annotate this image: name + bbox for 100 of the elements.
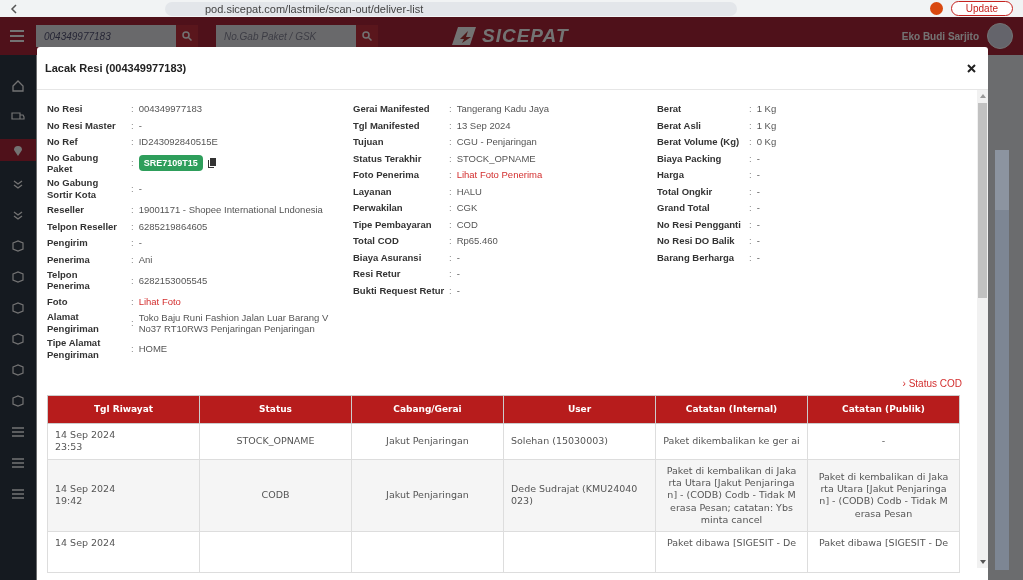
home-icon[interactable]: [12, 79, 24, 92]
separator: :: [749, 235, 752, 247]
separator: :: [449, 136, 452, 148]
separator: :: [749, 103, 752, 115]
search-button[interactable]: [356, 25, 378, 47]
field-value: CGK: [456, 202, 478, 214]
field-label: Tgl Manifested: [353, 119, 421, 131]
field-label: Barang Berharga: [657, 251, 736, 263]
search-icon: [182, 31, 192, 41]
table-cell: Paket di kembalikan di Jaka rta Utara [Jakut Penjaringa n] - (CODB) Codb - Tidak M erasa Pesan; catatan: Ybs minta cancel: [666, 464, 797, 525]
field-value: -: [138, 119, 142, 131]
table-cell: Paket di kembalikan di Jaka rta Utara [Jakut Penjaringa n] - (CODB) Codb - Tidak M erasa Pesan: [818, 470, 949, 519]
box-icon[interactable]: [12, 332, 24, 345]
field-label: Foto: [47, 295, 69, 308]
search-icon: [362, 31, 372, 41]
table-cell: Paket dikembalikan ke ger ai: [663, 435, 800, 447]
field-value: 1 Kg: [756, 119, 777, 131]
avatar[interactable]: [987, 23, 1013, 49]
box-icon[interactable]: [12, 394, 24, 407]
menu-icon[interactable]: [10, 30, 24, 42]
field-label: Foto Penerima: [353, 169, 420, 181]
separator: :: [449, 235, 452, 247]
separator: :: [131, 274, 134, 286]
separator: :: [449, 103, 452, 115]
field-value: COD: [456, 218, 478, 230]
box-icon[interactable]: [12, 239, 24, 252]
pin-icon[interactable]: [13, 143, 23, 157]
table-cell: -: [881, 435, 886, 447]
photo-link[interactable]: Lihat Foto: [138, 296, 181, 308]
field-label: Perwakilan: [353, 202, 404, 214]
table-cell: Dede Sudrajat (KMU24040 023): [511, 483, 638, 507]
field-value: 1 Kg: [756, 103, 777, 115]
search-field[interactable]: 004349977183: [36, 25, 176, 47]
back-icon[interactable]: [10, 3, 17, 14]
field-label: Berat Asli: [657, 119, 702, 131]
truck-icon[interactable]: [11, 111, 25, 122]
field-label: No Resi DO Balik: [657, 235, 736, 247]
scrollbar[interactable]: [977, 90, 988, 568]
logo-text: SICEPAT: [482, 25, 569, 47]
copy-icon[interactable]: [207, 157, 216, 168]
chevron-down-icon[interactable]: [13, 209, 23, 220]
box-icon[interactable]: [12, 270, 24, 283]
dialog-title: Lacak Resi (004349977183): [45, 62, 187, 74]
field-label: Biaya Packing: [657, 152, 723, 164]
separator: :: [749, 185, 752, 197]
list-icon[interactable]: [12, 426, 24, 437]
scrollbar[interactable]: [995, 150, 1009, 570]
field-value: 19001171 - Shopee International Lndonesia: [138, 204, 323, 216]
field-label: Telpon Penerima: [47, 269, 91, 292]
field-label: Total Ongkir: [657, 185, 714, 197]
field-value: ID243092840515E: [138, 136, 218, 148]
field-value: Toko Baju Runi Fashion Jalan Luar Barang V No37 RT10RW3 Penjaringan Penjaringan: [138, 311, 330, 334]
field-value: 0 Kg: [756, 136, 777, 148]
box-icon[interactable]: [12, 363, 24, 376]
field-label: Berat: [657, 103, 683, 115]
field-label: Reseller: [47, 204, 85, 216]
status-cod-link[interactable]: › Status COD: [902, 377, 962, 389]
package-badge: SRE7109T15: [138, 154, 203, 171]
table-cell: Paket dibawa [SIGESIT - De: [666, 537, 797, 549]
field-label: Resi Retur: [353, 268, 402, 280]
field-value: STOCK_OPNAME: [456, 152, 536, 164]
profile-icon[interactable]: [929, 2, 943, 15]
field-label: Layanan: [353, 185, 393, 197]
column-header: Status: [199, 395, 352, 424]
scroll-down-icon[interactable]: [979, 560, 986, 564]
separator: :: [131, 296, 134, 308]
field-label: Alamat Pengiriman: [47, 311, 100, 335]
chevron-down-icon[interactable]: [13, 178, 23, 189]
separator: :: [131, 157, 134, 169]
list-icon[interactable]: [12, 457, 24, 468]
field-label: Penerima: [47, 253, 91, 265]
field-value: -: [756, 185, 760, 197]
column-header: User: [503, 395, 656, 424]
separator: :: [449, 202, 452, 214]
field-label: Status Terakhir: [353, 152, 423, 164]
field-label: Grand Total: [657, 202, 711, 214]
field-label: No Gabung Sortir Kota: [47, 177, 100, 201]
search-button[interactable]: [176, 25, 198, 47]
field-label: Pengirim: [47, 237, 89, 249]
separator: :: [749, 251, 752, 263]
separator: :: [131, 220, 134, 232]
separator: :: [131, 183, 134, 195]
field-label: Berat Volume (Kg): [657, 136, 741, 148]
column-header: Tgl Riwayat: [47, 395, 200, 424]
field-label: Bukti Request Retur: [353, 284, 446, 296]
field-label: Tipe Alamat Pengiriman: [47, 337, 102, 360]
scroll-up-icon[interactable]: [979, 94, 986, 98]
field-value: -: [138, 183, 142, 195]
box-icon[interactable]: [12, 301, 24, 314]
column-header: Catatan (Publik): [807, 395, 960, 424]
field-value: HOME: [138, 343, 168, 354]
field-label: No Resi Master: [47, 119, 117, 131]
update-button[interactable]: Update: [950, 1, 1013, 16]
photo-link[interactable]: Lihat Foto Penerima: [456, 169, 543, 181]
list-icon[interactable]: [12, 488, 24, 499]
field-value: -: [456, 268, 460, 280]
close-icon[interactable]: [967, 63, 976, 73]
field-label: Tipe Pembayaran: [353, 218, 433, 230]
address-bar[interactable]: pod.sicepat.com/lastmile/scan-out/deliver-list: [165, 1, 737, 16]
table-cell: CODB: [261, 489, 290, 501]
